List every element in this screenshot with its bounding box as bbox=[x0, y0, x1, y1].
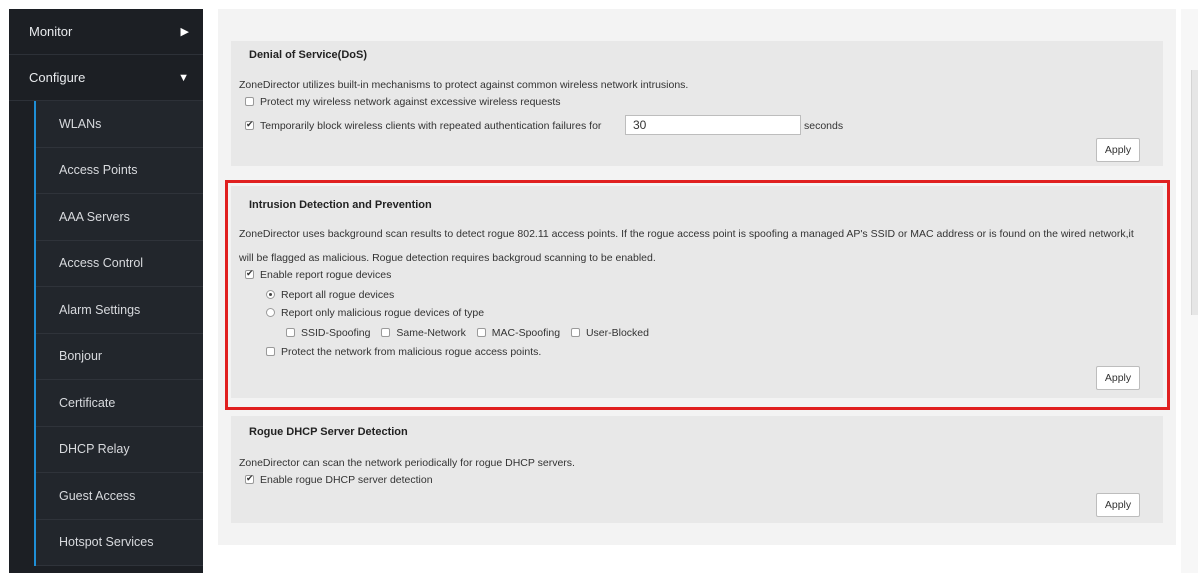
sidebar-item-label: Monitor bbox=[29, 24, 73, 39]
report-all-radio[interactable] bbox=[266, 290, 275, 299]
dos-protect-label: Protect my wireless network against exce… bbox=[260, 96, 561, 108]
sidebar-item-label: Guest Access bbox=[59, 488, 136, 503]
dhcp-apply-button[interactable]: Apply bbox=[1096, 493, 1140, 517]
sidebar-item-access-control[interactable]: Access Control bbox=[36, 241, 203, 287]
configure-submenu: WLANs Access Points AAA Servers Access C… bbox=[34, 101, 203, 566]
ids-protect-row: Protect the network from malicious rogue… bbox=[266, 346, 541, 358]
sidebar-item-label: Configure bbox=[29, 70, 86, 85]
dos-description: ZoneDirector utilizes built-in mechanism… bbox=[239, 79, 689, 91]
sidebar-item-guest-access[interactable]: Guest Access bbox=[36, 473, 203, 520]
dos-protect-row: Protect my wireless network against exce… bbox=[245, 96, 561, 108]
chevron-right-icon: ▶ bbox=[180, 26, 189, 38]
dhcp-title: Rogue DHCP Server Detection bbox=[249, 426, 408, 438]
block-unit-label: seconds bbox=[804, 120, 844, 132]
type-label: SSID-Spoofing bbox=[301, 327, 371, 339]
sidebar-item-label: Certificate bbox=[59, 395, 116, 410]
sidebar-item-hotspot-services[interactable]: Hotspot Services bbox=[36, 520, 203, 566]
sidebar-item-bonjour[interactable]: Bonjour bbox=[36, 334, 203, 380]
report-all-label: Report all rogue devices bbox=[281, 289, 395, 301]
report-all-row: Report all rogue devices bbox=[266, 289, 394, 301]
dhcp-description: ZoneDirector can scan the network period… bbox=[239, 457, 575, 469]
ids-description-line2: will be flagged as malicious. Rogue dete… bbox=[239, 252, 656, 264]
enable-report-checkbox[interactable] bbox=[245, 268, 254, 279]
sidebar-item-aaa-servers[interactable]: AAA Servers bbox=[36, 194, 203, 241]
type-label: User-Blocked bbox=[585, 327, 649, 339]
ids-protect-label: Protect the network from malicious rogue… bbox=[281, 346, 542, 358]
dos-block-label: Temporarily block wireless clients with … bbox=[260, 120, 602, 132]
report-malicious-row: Report only malicious rogue devices of t… bbox=[266, 307, 484, 319]
ids-title: Intrusion Detection and Prevention bbox=[249, 199, 432, 211]
sidebar: Monitor ▶ Configure ▼ WLANs Access Point… bbox=[9, 9, 203, 573]
sidebar-item-alarm-settings[interactable]: Alarm Settings bbox=[36, 287, 203, 334]
sidebar-item-label: Hotspot Services bbox=[59, 535, 154, 550]
sidebar-item-label: Access Control bbox=[59, 256, 144, 271]
ids-protect-checkbox[interactable] bbox=[266, 347, 275, 356]
ids-panel: Intrusion Detection and Prevention ZoneD… bbox=[231, 186, 1163, 398]
enable-report-label: Enable report rogue devices bbox=[260, 269, 392, 281]
ids-description-line1: ZoneDirector uses background scan result… bbox=[239, 228, 1134, 240]
sidebar-item-wlans[interactable]: WLANs bbox=[36, 101, 203, 148]
dos-apply-button[interactable]: Apply bbox=[1096, 138, 1140, 162]
ids-apply-button[interactable]: Apply bbox=[1096, 366, 1140, 390]
malicious-types-row: SSID-Spoofing Same-Network MAC-Spoofing … bbox=[286, 327, 657, 339]
sidebar-item-label: Access Points bbox=[59, 163, 138, 178]
ssid-spoofing-checkbox[interactable] bbox=[286, 328, 295, 337]
sidebar-item-dhcp-relay[interactable]: DHCP Relay bbox=[36, 427, 203, 473]
sidebar-item-label: Alarm Settings bbox=[59, 302, 141, 317]
enable-report-row: Enable report rogue devices bbox=[245, 268, 392, 281]
sidebar-item-label: AAA Servers bbox=[59, 209, 130, 224]
dos-block-checkbox[interactable] bbox=[245, 119, 254, 130]
dhcp-enable-label: Enable rogue DHCP server detection bbox=[260, 474, 433, 486]
sidebar-item-label: Bonjour bbox=[59, 349, 103, 364]
report-malicious-radio[interactable] bbox=[266, 308, 275, 317]
sidebar-item-access-points[interactable]: Access Points bbox=[36, 148, 203, 194]
type-label: MAC-Spoofing bbox=[491, 327, 561, 339]
sidebar-item-label: DHCP Relay bbox=[59, 442, 130, 457]
mac-spoofing-checkbox[interactable] bbox=[476, 328, 486, 337]
dos-panel: Denial of Service(DoS) ZoneDirector util… bbox=[231, 41, 1163, 166]
sidebar-item-label: WLANs bbox=[59, 116, 102, 131]
scrollbar-thumb[interactable] bbox=[1191, 70, 1198, 315]
dhcp-enable-checkbox[interactable] bbox=[245, 473, 254, 484]
chevron-down-icon: ▼ bbox=[178, 71, 189, 84]
dhcp-enable-row: Enable rogue DHCP server detection bbox=[245, 473, 433, 486]
sidebar-item-monitor[interactable]: Monitor ▶ bbox=[9, 9, 203, 55]
sidebar-item-configure[interactable]: Configure ▼ bbox=[9, 55, 203, 101]
dos-protect-checkbox[interactable] bbox=[245, 97, 254, 106]
block-duration-input[interactable]: 30 bbox=[625, 115, 801, 135]
dos-title: Denial of Service(DoS) bbox=[249, 49, 367, 61]
sidebar-item-certificate[interactable]: Certificate bbox=[36, 380, 203, 427]
type-label: Same-Network bbox=[396, 327, 466, 339]
user-blocked-checkbox[interactable] bbox=[570, 328, 580, 337]
dos-block-row: Temporarily block wireless clients with … bbox=[245, 119, 602, 132]
report-malicious-label: Report only malicious rogue devices of t… bbox=[281, 307, 485, 319]
dhcp-panel: Rogue DHCP Server Detection ZoneDirector… bbox=[231, 416, 1163, 523]
same-network-checkbox[interactable] bbox=[381, 328, 391, 337]
